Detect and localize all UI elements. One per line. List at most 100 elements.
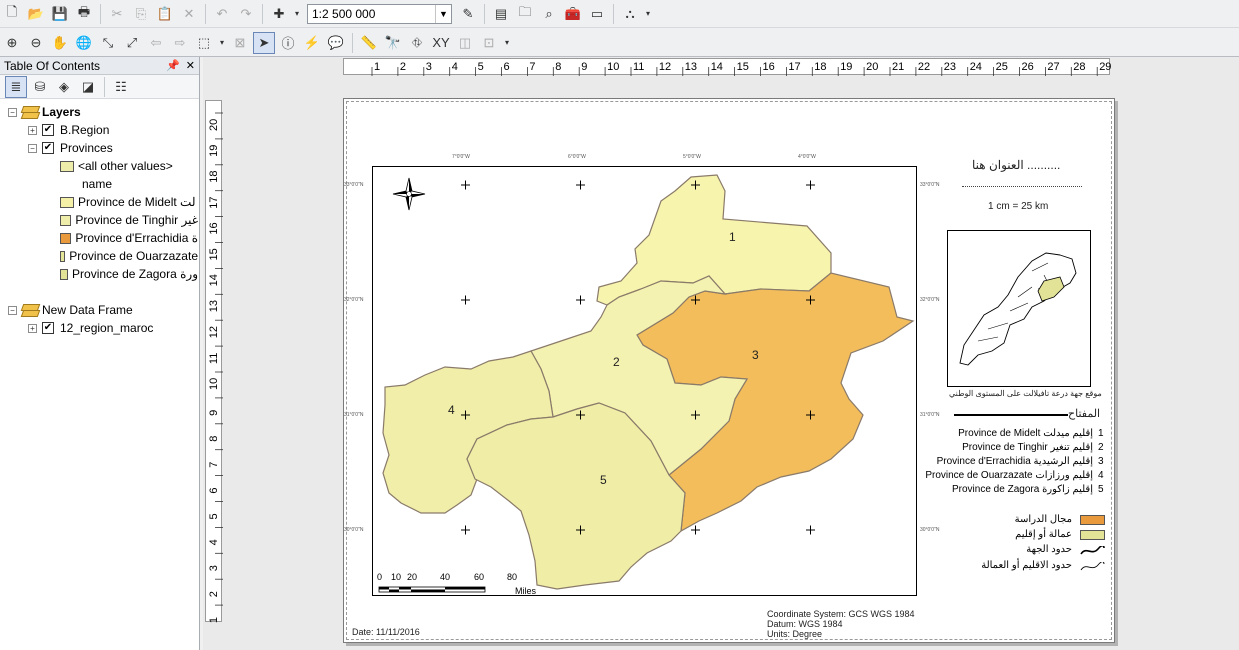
find-route-icon[interactable]: ⛗ — [406, 32, 428, 54]
map-title-placeholder[interactable]: العنوان هنا .......... — [972, 158, 1060, 172]
forward-extent-icon[interactable]: ⇨ — [169, 32, 191, 54]
table-of-contents-icon[interactable]: ▤ — [490, 3, 512, 25]
back-extent-icon[interactable]: ⇦ — [145, 32, 167, 54]
toolbar-separator — [613, 3, 614, 24]
collapse-icon[interactable]: − — [28, 143, 37, 153]
editor-toolbar-icon[interactable]: ✎ — [457, 3, 479, 25]
chevron-down-icon[interactable]: ▾ — [217, 32, 227, 54]
expand-icon[interactable]: + — [28, 125, 37, 135]
save-icon[interactable]: 💾 — [49, 3, 71, 25]
fixed-zoom-out-icon[interactable]: ⤢ — [121, 32, 143, 54]
symbol-swatch[interactable] — [60, 268, 69, 280]
collapse-icon[interactable]: − — [8, 107, 17, 117]
add-data-icon[interactable]: ✚ — [268, 3, 290, 25]
hyperlink-icon[interactable]: ⚡ — [301, 32, 323, 54]
redo-icon[interactable]: ↷ — [235, 3, 257, 25]
cut-icon[interactable]: ✂ — [106, 3, 128, 25]
map-scale-select[interactable]: 1:2 500 000 ▼ — [307, 3, 452, 24]
measure-icon[interactable]: 📏 — [358, 32, 380, 54]
chevron-down-icon[interactable]: ▾ — [292, 3, 302, 25]
legend-province-item[interactable]: Province de Tinghir غير — [60, 212, 198, 228]
go-to-xy-icon[interactable]: XY — [430, 32, 452, 54]
visibility-checkbox[interactable]: ✔ — [42, 124, 54, 136]
layer-b-region[interactable]: + ✔ B.Region — [28, 122, 109, 138]
ruler-tick-label: 11 — [208, 353, 220, 364]
legend-province-item[interactable]: Province de Zagora ورة — [60, 266, 198, 282]
close-icon[interactable]: ✕ — [186, 59, 195, 72]
layers-icon — [22, 106, 38, 118]
graticule-label: 30°0'0"N — [920, 527, 940, 533]
fixed-zoom-in-icon[interactable]: ⤡ — [97, 32, 119, 54]
clear-selection-icon[interactable]: ⊠ — [229, 32, 251, 54]
toolbar-separator — [262, 3, 263, 24]
toolbar-options-icon[interactable]: ▾ — [502, 32, 512, 54]
search-window-icon[interactable]: ⌕ — [538, 3, 560, 25]
graticule-label: 33°0'0"N — [920, 182, 940, 188]
visibility-checkbox[interactable]: ✔ — [42, 322, 54, 334]
new-dataframe-node[interactable]: − New Data Frame — [8, 302, 133, 318]
date-text[interactable]: Date: 11/11/2016 — [352, 627, 420, 637]
layer-12-region-maroc[interactable]: + ✔ 12_region_maroc — [28, 320, 153, 336]
html-popup-icon[interactable]: 💬 — [325, 32, 347, 54]
catalog-icon[interactable]: 🗀 — [514, 3, 536, 25]
units-text[interactable]: Units: Degree — [767, 629, 822, 639]
delete-icon[interactable]: ✕ — [178, 3, 200, 25]
undo-icon[interactable]: ↶ — [211, 3, 233, 25]
zoom-out-icon[interactable]: ⊖ — [25, 32, 47, 54]
north-arrow-icon[interactable] — [392, 177, 426, 211]
zoom-in-icon[interactable]: ⊕ — [1, 32, 23, 54]
ruler-tick-label: 5 — [208, 513, 220, 519]
layer-label: Provinces — [60, 141, 113, 155]
symbol-swatch[interactable] — [60, 196, 74, 208]
list-by-selection-icon[interactable]: ◪ — [77, 76, 99, 98]
model-builder-icon[interactable]: ⛬ — [619, 3, 641, 25]
legend-province-item[interactable]: Province de Ouarzazate — [60, 248, 198, 264]
list-by-source-icon[interactable]: ⛁ — [29, 76, 51, 98]
legend-other-values[interactable]: <all other values> — [60, 158, 173, 174]
pin-icon[interactable]: 📌 — [166, 59, 180, 72]
list-by-drawing-order-icon[interactable]: ≣ — [5, 75, 27, 98]
options-icon[interactable]: ☷ — [110, 76, 132, 98]
symbol-swatch[interactable] — [60, 160, 74, 172]
toolbar-separator — [484, 3, 485, 24]
legend-item-number: 5 — [1098, 484, 1104, 495]
viewer-window-icon[interactable]: ⊡ — [478, 32, 500, 54]
legend-province-item[interactable]: Province de Midelt لت — [60, 194, 198, 210]
scale-text[interactable]: 1 cm = 25 km — [988, 201, 1048, 212]
time-slider-icon[interactable]: ◫ — [454, 32, 476, 54]
map-data-frame[interactable]: 1 2 3 4 5 0 10 20 40 60 80 Miles — [372, 166, 917, 596]
scale-bar[interactable] — [378, 586, 486, 593]
legend-province-item[interactable]: Province d'Errachidia ة — [60, 230, 198, 246]
ruler-tick-label: 21 — [892, 61, 904, 73]
visibility-checkbox[interactable]: ✔ — [42, 142, 54, 154]
full-extent-icon[interactable]: 🌐 — [73, 32, 95, 54]
paste-icon[interactable]: 📋 — [154, 3, 176, 25]
open-folder-icon[interactable]: 📂 — [25, 3, 47, 25]
symbol-swatch[interactable] — [60, 232, 72, 244]
identify-icon[interactable]: ⓘ — [277, 32, 299, 54]
print-icon[interactable]: 🖶 — [73, 3, 95, 25]
symbol-swatch[interactable] — [60, 250, 66, 262]
pan-icon[interactable]: ✋ — [49, 32, 71, 54]
toolbar-options-icon[interactable]: ▾ — [643, 3, 653, 25]
ruler-tick-label: 16 — [208, 222, 220, 234]
select-features-icon[interactable]: ⬚ — [193, 32, 215, 54]
collapse-icon[interactable]: − — [8, 305, 17, 315]
select-elements-icon[interactable]: ➤ — [253, 31, 275, 54]
datum-text[interactable]: Datum: WGS 1984 — [767, 619, 843, 629]
layer-provinces[interactable]: − ✔ Provinces — [28, 140, 113, 156]
coordinate-system-text[interactable]: Coordinate System: GCS WGS 1984 — [767, 609, 915, 619]
arctoolbox-icon[interactable]: 🧰 — [562, 3, 584, 25]
province-number-label: 5 — [600, 473, 607, 487]
copy-icon[interactable]: ⎘ — [130, 3, 152, 25]
python-window-icon[interactable]: ▭ — [586, 3, 608, 25]
new-document-icon[interactable]: 🗋 — [1, 3, 23, 25]
layers-dataframe-node[interactable]: − Layers — [8, 104, 81, 120]
horizontal-ruler-graphic: 1 2 3 4 5 6 7 8 9 10 11 12 13 14 15 16 17 18 19 20 21 22 23 24 2… — [371, 61, 1111, 76]
symbol-swatch[interactable] — [60, 214, 72, 226]
chevron-down-icon[interactable]: ▼ — [435, 4, 451, 23]
find-icon[interactable]: 🔭 — [382, 32, 404, 54]
expand-icon[interactable]: + — [28, 323, 37, 333]
inset-map-frame[interactable] — [947, 230, 1091, 387]
list-by-visibility-icon[interactable]: ◈ — [53, 76, 75, 98]
